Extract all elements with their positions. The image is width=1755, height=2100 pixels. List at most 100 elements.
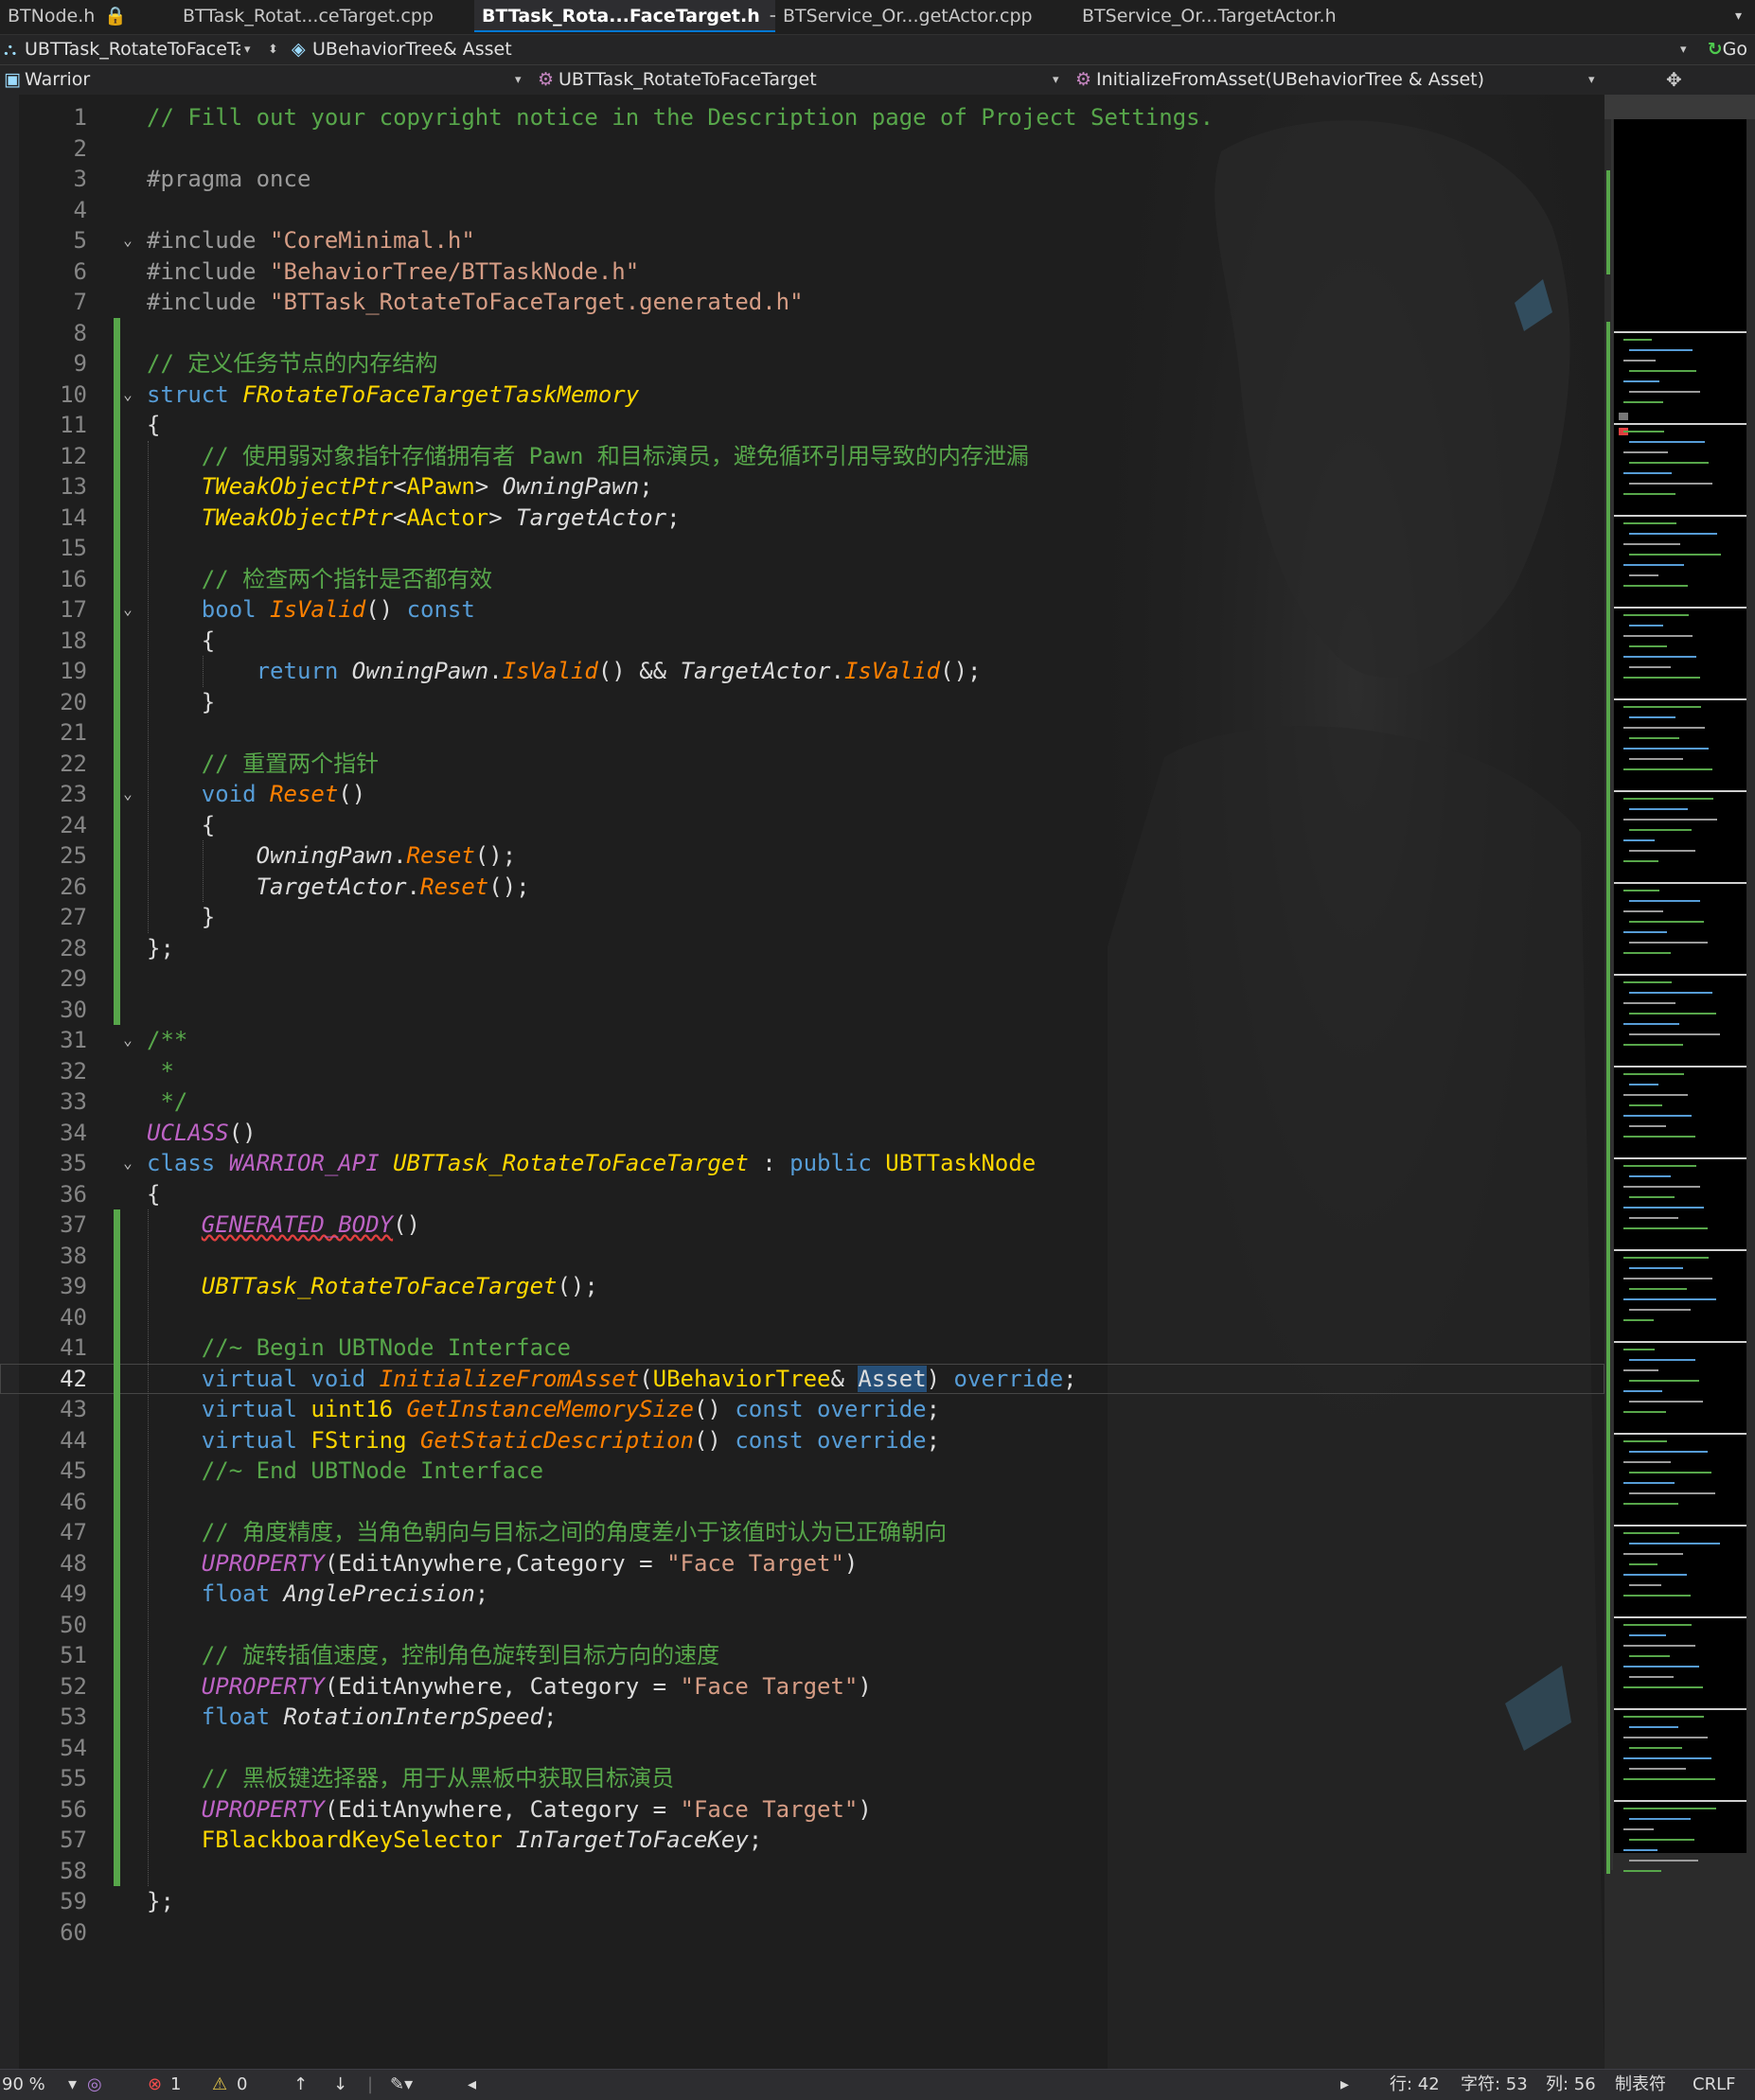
code-text[interactable]: #pragma once: [147, 164, 310, 195]
code-line[interactable]: 55 // 黑板键选择器，用于从黑板中获取目标演员: [0, 1763, 1604, 1794]
code-line[interactable]: 39 UBTTask_RotateToFaceTarget();: [0, 1271, 1604, 1302]
code-line[interactable]: 57 FBlackboardKeySelector InTargetToFace…: [0, 1825, 1604, 1856]
code-line[interactable]: 3 #pragma once: [0, 164, 1604, 195]
code-line[interactable]: 27 }: [0, 902, 1604, 933]
line-indicator[interactable]: 行: 42: [1390, 2070, 1440, 2100]
char-indicator[interactable]: 字符: 53: [1461, 2070, 1528, 2100]
code-text[interactable]: };: [147, 1886, 174, 1917]
project-dropdown[interactable]: ▣ Warrior: [4, 65, 515, 95]
code-line[interactable]: 58: [0, 1855, 1604, 1886]
chevron-down-icon[interactable]: ▾: [68, 2070, 77, 2100]
minimap-scroll-up[interactable]: [1604, 95, 1755, 119]
code-line[interactable]: 6 #include "BehaviorTree/BTTaskNode.h": [0, 256, 1604, 288]
code-line[interactable]: 16 // 检查两个指针是否都有效: [0, 563, 1604, 594]
fold-chevron-icon[interactable]: ⌄: [119, 594, 136, 626]
code-text[interactable]: GENERATED_BODY(): [147, 1209, 420, 1241]
scroll-left-icon[interactable]: ◂: [468, 2070, 476, 2100]
code-cleanup-icon[interactable]: ✎▾: [390, 2070, 413, 2100]
member-dropdown[interactable]: ⚙ InitializeFromAsset(UBehaviorTree & Ass…: [1075, 65, 1587, 95]
code-text[interactable]: // 使用弱对象指针存储拥有者 Pawn 和目标演员，避免循环引用导致的内存泄漏: [147, 441, 1029, 472]
code-line[interactable]: 60: [0, 1917, 1604, 1949]
code-text[interactable]: float RotationInterpSpeed;: [147, 1702, 558, 1733]
fold-chevron-icon[interactable]: ⌄: [119, 225, 136, 256]
code-line[interactable]: 19 return OwningPawn.IsValid() && Target…: [0, 656, 1604, 687]
code-line[interactable]: 9 // 定义任务节点的内存结构: [0, 348, 1604, 379]
code-line[interactable]: 13 TWeakObjectPtr<APawn> OwningPawn;: [0, 471, 1604, 503]
code-line[interactable]: 32 *: [0, 1056, 1604, 1087]
code-text[interactable]: UPROPERTY(EditAnywhere,Category = "Face …: [147, 1548, 859, 1579]
code-line[interactable]: 33 */: [0, 1086, 1604, 1118]
code-text[interactable]: };: [147, 933, 174, 964]
code-text[interactable]: bool IsValid() const: [147, 594, 475, 626]
code-text[interactable]: float AnglePrecision;: [147, 1579, 488, 1610]
code-line[interactable]: 52 UPROPERTY(EditAnywhere, Category = "F…: [0, 1670, 1604, 1702]
code-line[interactable]: 24 {: [0, 809, 1604, 841]
code-text[interactable]: UBTTask_RotateToFaceTarget();: [147, 1271, 598, 1302]
code-line[interactable]: 14 TWeakObjectPtr<AActor> TargetActor;: [0, 502, 1604, 534]
code-line[interactable]: 37 GENERATED_BODY(): [0, 1209, 1604, 1241]
code-text[interactable]: // 旋转插值速度，控制角色旋转到目标方向的速度: [147, 1640, 719, 1671]
code-line[interactable]: 20 }: [0, 686, 1604, 718]
code-text[interactable]: void Reset(): [147, 779, 365, 810]
error-count[interactable]: 1: [170, 2070, 181, 2100]
code-line[interactable]: 31 ⌄ /**: [0, 1025, 1604, 1056]
tab-btnode-h[interactable]: BTNode.h 🔒: [0, 0, 175, 32]
code-line[interactable]: 11 {: [0, 410, 1604, 441]
code-text[interactable]: */: [147, 1086, 187, 1118]
code-line[interactable]: 23 ⌄ void Reset(): [0, 779, 1604, 810]
code-line[interactable]: 8: [0, 317, 1604, 348]
error-icon[interactable]: ⊗: [148, 2070, 162, 2100]
column-indicator[interactable]: 列: 56: [1546, 2070, 1596, 2100]
code-line[interactable]: 26 TargetActor.Reset();: [0, 871, 1604, 903]
code-text[interactable]: /**: [147, 1025, 187, 1056]
code-line[interactable]: 10 ⌄ struct FRotateToFaceTargetTaskMemory: [0, 379, 1604, 410]
warning-icon[interactable]: ⚠: [212, 2070, 227, 2100]
code-text[interactable]: #include "BTTask_RotateToFaceTarget.gene…: [147, 287, 804, 318]
code-line[interactable]: 34 UCLASS(): [0, 1118, 1604, 1149]
code-line[interactable]: 2: [0, 133, 1604, 165]
code-line[interactable]: 36 {: [0, 1179, 1604, 1210]
next-issue-icon[interactable]: ↓: [333, 2070, 347, 2100]
warning-count[interactable]: 0: [237, 2070, 247, 2100]
code-text[interactable]: TWeakObjectPtr<APawn> OwningPawn;: [147, 471, 653, 503]
tab-bttask-cpp[interactable]: BTTask_Rotat...ceTarget.cpp: [175, 0, 474, 32]
code-text[interactable]: }: [147, 902, 215, 933]
code-text[interactable]: // 黑板键选择器，用于从黑板中获取目标演员: [147, 1763, 674, 1794]
code-line[interactable]: 38: [0, 1240, 1604, 1271]
code-text[interactable]: }: [147, 687, 215, 718]
code-text[interactable]: virtual uint16 GetInstanceMemorySize() c…: [147, 1394, 940, 1425]
scroll-right-icon[interactable]: ▸: [1340, 2070, 1349, 2100]
chevron-down-icon[interactable]: ▾: [244, 35, 251, 64]
code-text[interactable]: // 角度精度，当角色朝向与目标之间的角度差小于该值时认为已正确朝向: [147, 1517, 947, 1548]
code-line[interactable]: 22 // 重置两个指针: [0, 748, 1604, 779]
up-down-icon[interactable]: ⬍: [268, 35, 278, 64]
code-line[interactable]: 25 OwningPawn.Reset();: [0, 840, 1604, 872]
code-text[interactable]: TargetActor.Reset();: [147, 872, 530, 903]
code-line[interactable]: 56 UPROPERTY(EditAnywhere, Category = "F…: [0, 1793, 1604, 1826]
code-line[interactable]: 5 ⌄ #include "CoreMinimal.h": [0, 225, 1604, 256]
code-line[interactable]: 21: [0, 717, 1604, 749]
code-text[interactable]: {: [147, 1179, 160, 1210]
health-icon[interactable]: ◎: [87, 2070, 102, 2100]
code-line[interactable]: 53 float RotationInterpSpeed;: [0, 1702, 1604, 1733]
split-window-icon[interactable]: ✥: [1666, 65, 1682, 95]
code-line[interactable]: 44 virtual FString GetStaticDescription(…: [0, 1424, 1604, 1456]
code-line[interactable]: 59};: [0, 1886, 1604, 1917]
code-line[interactable]: 50: [0, 1609, 1604, 1640]
code-line[interactable]: 48 UPROPERTY(EditAnywhere,Category = "Fa…: [0, 1547, 1604, 1579]
chevron-down-icon[interactable]: ▾: [515, 65, 522, 95]
code-line[interactable]: 40: [0, 1301, 1604, 1332]
class-navigator-dropdown[interactable]: ⛬ UBTTask_RotateToFaceTa: [4, 35, 240, 64]
tab-overflow-dropdown-icon[interactable]: ▾: [1735, 0, 1742, 32]
code-text[interactable]: UPROPERTY(EditAnywhere, Category = "Face…: [147, 1794, 872, 1826]
code-text[interactable]: #include "BehaviorTree/BTTaskNode.h": [147, 256, 639, 288]
code-text[interactable]: {: [147, 810, 215, 841]
code-line[interactable]: 7 #include "BTTask_RotateToFaceTarget.gen…: [0, 287, 1604, 318]
code-text[interactable]: *: [147, 1056, 173, 1087]
code-text[interactable]: // 定义任务节点的内存结构: [147, 348, 437, 379]
code-text[interactable]: UCLASS(): [147, 1118, 257, 1149]
code-text[interactable]: TWeakObjectPtr<AActor> TargetActor;: [147, 503, 681, 534]
code-line[interactable]: 45 //~ End UBTNode Interface: [0, 1456, 1604, 1487]
code-line[interactable]: 12 // 使用弱对象指针存储拥有者 Pawn 和目标演员，避免循环引用导致的内…: [0, 440, 1604, 472]
code-line[interactable]: 41 //~ Begin UBTNode Interface: [0, 1332, 1604, 1364]
